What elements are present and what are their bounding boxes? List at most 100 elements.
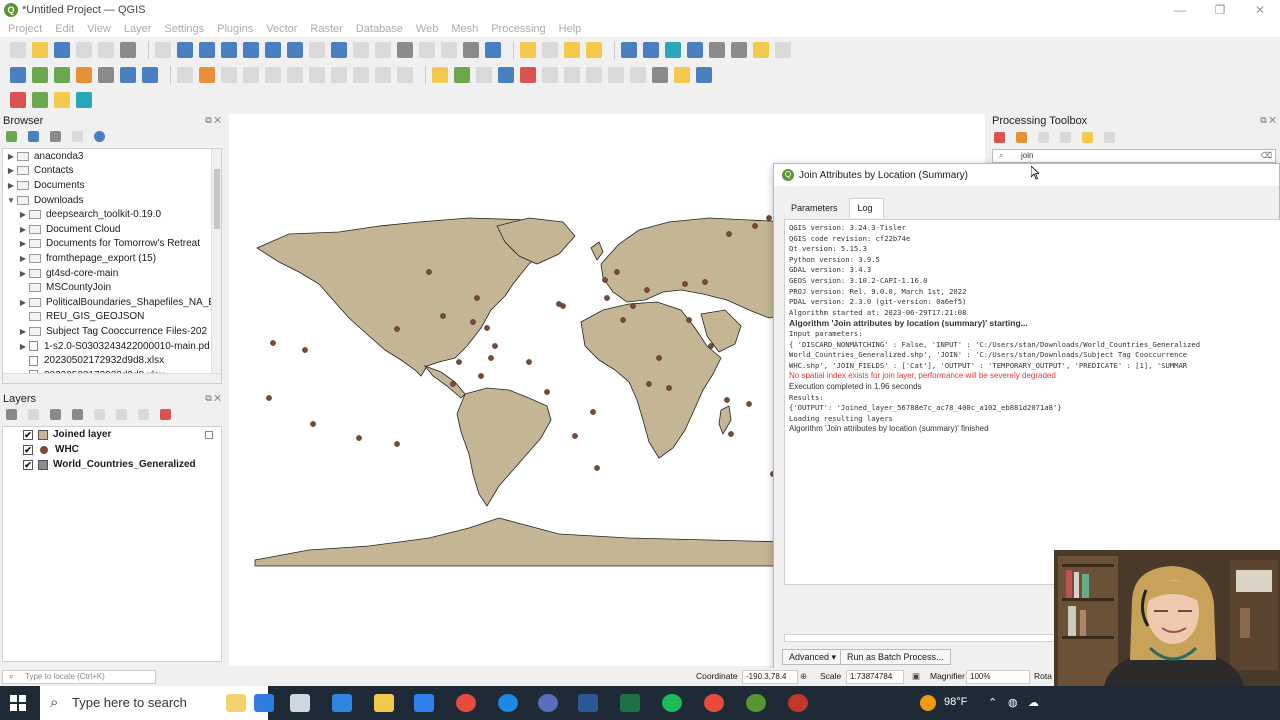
new-project-icon[interactable] — [10, 42, 26, 58]
paste-icon[interactable] — [353, 67, 369, 83]
new-virtual-layer-icon[interactable] — [98, 67, 114, 83]
help-icon[interactable] — [696, 67, 712, 83]
tab-log[interactable]: Log — [848, 198, 884, 218]
collapse-layers-icon[interactable] — [138, 409, 149, 420]
temporal-controller-icon[interactable] — [463, 42, 479, 58]
lock-scale-icon[interactable]: ▣ — [912, 671, 920, 682]
deselect-icon[interactable] — [564, 42, 580, 58]
toggle-editing-icon[interactable] — [199, 67, 215, 83]
r-app-icon[interactable] — [538, 694, 558, 712]
heritage-site-point[interactable] — [726, 231, 732, 237]
heritage-site-point[interactable] — [602, 277, 608, 283]
settings-gear-icon[interactable] — [665, 42, 681, 58]
new-temporary-layer-icon[interactable] — [76, 67, 92, 83]
browser-item[interactable]: 20230502172932d9d8.xlsx — [3, 353, 221, 368]
heritage-site-point[interactable] — [708, 343, 714, 349]
zoom-full-icon[interactable] — [243, 42, 259, 58]
close-panel-icon[interactable]: ⧉ ✕ — [205, 115, 221, 126]
profile-tool-icon[interactable] — [76, 92, 92, 108]
tray-chevron-icon[interactable]: ⌃ — [988, 696, 997, 709]
close-layers-panel-icon[interactable]: ⧉ ✕ — [205, 393, 221, 404]
shape-digitize-icon[interactable] — [32, 92, 48, 108]
heritage-site-point[interactable] — [752, 223, 758, 229]
select-features-icon[interactable] — [520, 42, 536, 58]
zoom-layer-icon[interactable] — [287, 42, 303, 58]
heritage-site-point[interactable] — [656, 355, 662, 361]
heritage-site-point[interactable] — [488, 355, 494, 361]
expand-arrow-icon[interactable]: ▶ — [5, 181, 17, 190]
browser-item[interactable]: ▶ PoliticalBoundaries_Shapefiles_NA_E — [3, 295, 221, 310]
menu-raster[interactable]: Raster — [310, 23, 342, 35]
minimize-button[interactable]: — — [1160, 0, 1200, 20]
cortana-icon[interactable] — [254, 694, 274, 712]
processing-options-icon[interactable] — [1104, 132, 1115, 143]
move-diagram-icon[interactable] — [630, 67, 646, 83]
menu-layer[interactable]: Layer — [124, 23, 152, 35]
expand-all-icon[interactable] — [116, 409, 127, 420]
browser-item[interactable]: REU_GIS_GEOJSON — [3, 310, 221, 325]
heritage-site-point[interactable] — [270, 340, 276, 346]
remove-layer-icon[interactable] — [160, 409, 171, 420]
snapping-icon[interactable] — [10, 92, 26, 108]
menu-processing[interactable]: Processing — [491, 23, 545, 35]
heritage-site-point[interactable] — [644, 287, 650, 293]
mail-app-icon[interactable] — [414, 694, 434, 712]
action-icon[interactable] — [643, 42, 659, 58]
tray-network-icon[interactable]: ◍ — [1008, 696, 1018, 709]
heritage-site-point[interactable] — [456, 359, 462, 365]
heritage-site-point[interactable] — [646, 381, 652, 387]
menu-project[interactable]: Project — [8, 23, 42, 35]
tray-cloud-icon[interactable]: ☁ — [1028, 696, 1039, 709]
deselect-all-icon[interactable] — [586, 42, 602, 58]
heritage-site-point[interactable] — [492, 343, 498, 349]
heritage-site-point[interactable] — [426, 269, 432, 275]
vertex-tool-icon[interactable] — [265, 67, 281, 83]
layer-item[interactable]: ✔ WHC — [3, 442, 221, 457]
weather-sun-icon[interactable] — [920, 695, 936, 711]
browser-item[interactable]: ▶ Contacts — [3, 164, 221, 179]
menu-help[interactable]: Help — [559, 23, 582, 35]
expand-arrow-icon[interactable]: ▶ — [17, 327, 29, 336]
georeferencer-icon[interactable] — [652, 67, 668, 83]
browser-item[interactable]: ▶ anaconda3 — [3, 149, 221, 164]
measure-icon[interactable] — [731, 42, 747, 58]
heritage-site-point[interactable] — [470, 319, 476, 325]
open-project-icon[interactable] — [32, 42, 48, 58]
log-output[interactable]: QGIS version: 3.24.3-Tisler QGIS code rev… — [784, 219, 1280, 585]
manage-themes-icon[interactable] — [50, 409, 61, 420]
pan-to-selection-icon[interactable] — [177, 42, 193, 58]
label-properties-icon[interactable] — [586, 67, 602, 83]
menu-settings[interactable]: Settings — [164, 23, 204, 35]
weather-temperature[interactable]: 98°F — [944, 696, 967, 708]
new-3d-view-icon[interactable] — [397, 42, 413, 58]
menu-mesh[interactable]: Mesh — [451, 23, 478, 35]
save-edits-icon[interactable] — [221, 67, 237, 83]
heritage-site-point[interactable] — [302, 347, 308, 353]
browser-item[interactable]: MSCountyJoin — [3, 280, 221, 295]
copy-icon[interactable] — [331, 67, 347, 83]
task-view-icon[interactable] — [290, 694, 310, 712]
bookmark-icon[interactable] — [419, 42, 435, 58]
run-as-batch-button[interactable]: Run as Batch Process... — [840, 649, 951, 665]
zoom-next-icon[interactable] — [353, 42, 369, 58]
layer-visibility-checkbox[interactable]: ✔ — [23, 429, 33, 440]
layer-item[interactable]: ✔ Joined layer — [3, 427, 221, 442]
browser-item[interactable]: ▶ fromthepage_export (15) — [3, 251, 221, 266]
map-tips-icon[interactable] — [753, 42, 769, 58]
close-processing-icon[interactable]: ⧉ ✕ — [1260, 115, 1276, 126]
label-tool-icon[interactable] — [432, 67, 448, 83]
identify-features-icon[interactable] — [54, 92, 70, 108]
expand-arrow-icon[interactable]: ▶ — [5, 166, 17, 175]
save-as-icon[interactable] — [76, 42, 92, 58]
heritage-site-point[interactable] — [594, 465, 600, 471]
heritage-site-point[interactable] — [544, 389, 550, 395]
expand-arrow-icon[interactable]: ▶ — [17, 239, 29, 248]
browser-item[interactable]: ▶ Subject Tag Cooccurrence Files-202 — [3, 324, 221, 339]
save-project-icon[interactable] — [54, 42, 70, 58]
edit-features-in-place-icon[interactable] — [1082, 132, 1093, 143]
expand-arrow-icon[interactable]: ▶ — [17, 342, 29, 351]
select-by-value-icon[interactable] — [542, 42, 558, 58]
zoom-selection-icon[interactable] — [265, 42, 281, 58]
browser-item[interactable]: ▶ Document Cloud — [3, 222, 221, 237]
zoom-out-icon[interactable] — [221, 42, 237, 58]
